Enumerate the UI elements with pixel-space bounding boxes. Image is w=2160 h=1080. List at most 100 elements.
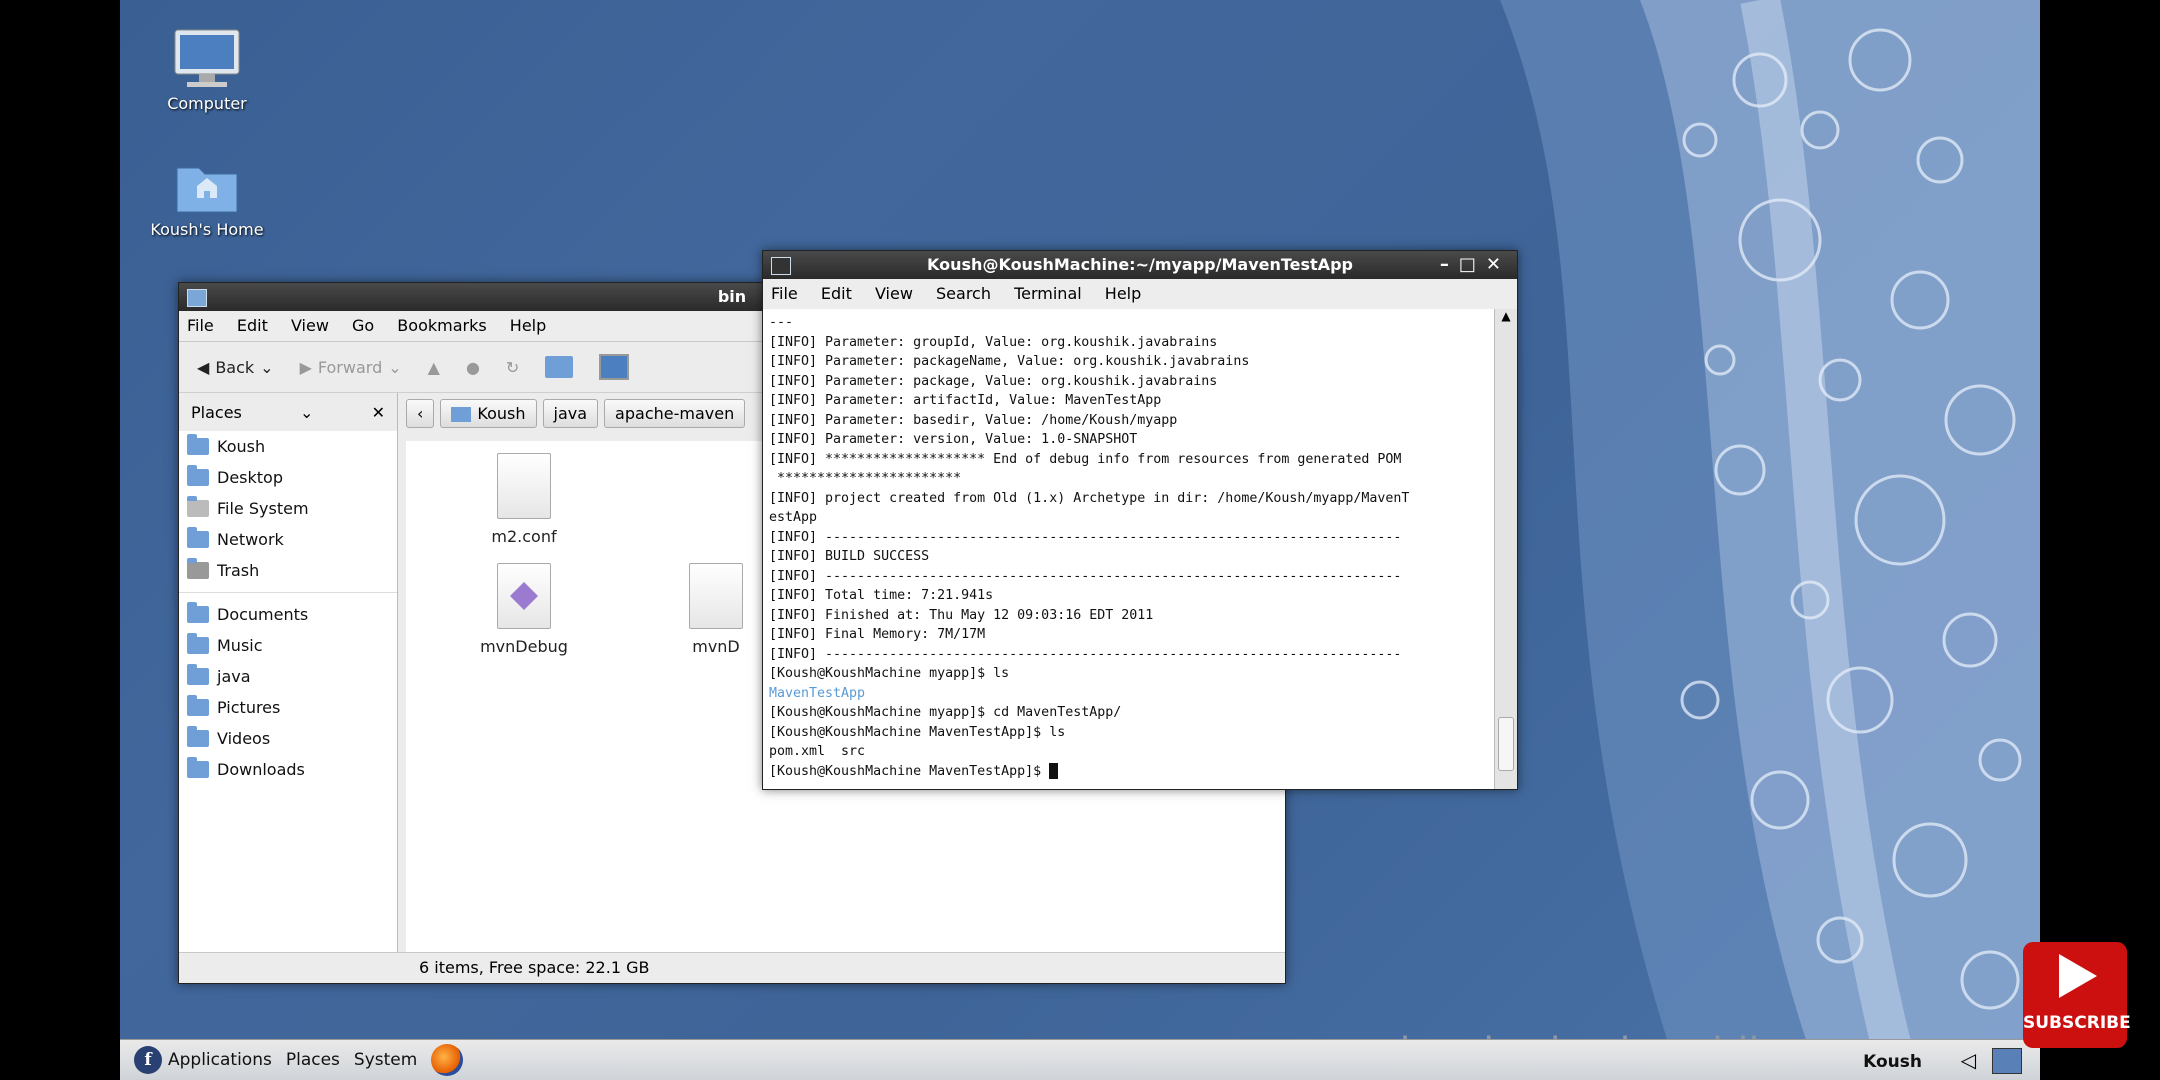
places-sidebar: Places ⌄ ✕ Koush Desktop File System Net… — [179, 393, 398, 953]
menu-edit[interactable]: Edit — [237, 316, 268, 335]
reload-button[interactable]: ↻ — [498, 354, 527, 381]
forward-label: Forward — [317, 357, 383, 377]
scroll-up-icon[interactable]: ▲ — [1495, 309, 1517, 323]
volume-icon[interactable]: ◁ — [1961, 1048, 1976, 1072]
computer-icon — [599, 354, 630, 380]
folder-icon — [187, 602, 209, 623]
menu-bookmarks[interactable]: Bookmarks — [397, 316, 486, 335]
network-status-icon[interactable] — [1992, 1048, 2022, 1074]
file-item-m2-conf[interactable]: m2.conf — [454, 453, 594, 546]
forward-button[interactable]: ▶ Forward ⌄ — [292, 354, 410, 381]
chevron-down-icon[interactable]: ⌄ — [388, 358, 401, 377]
menu-edit[interactable]: Edit — [821, 284, 852, 303]
menu-go[interactable]: Go — [352, 316, 374, 335]
file-item-mvndebug[interactable]: mvnDebug — [454, 563, 594, 656]
home-button[interactable] — [537, 352, 581, 382]
terminal-line: [INFO] BUILD SUCCESS — [769, 549, 930, 564]
chevron-down-icon[interactable]: ⌄ — [300, 403, 313, 422]
subscribe-button[interactable]: SUBSCRIBE — [2023, 942, 2131, 1048]
terminal-line: [INFO] Parameter: groupId, Value: org.ko… — [769, 334, 1218, 350]
terminal-line: [INFO] Parameter: version, Value: 1.0-SN… — [769, 432, 1138, 447]
places-label[interactable]: Places — [191, 403, 242, 422]
breadcrumb-label: Koush — [477, 403, 526, 423]
trash-icon — [187, 558, 209, 579]
minimize-icon[interactable]: – — [1440, 254, 1459, 275]
up-button[interactable]: ▲ — [420, 354, 448, 381]
drive-icon — [187, 496, 209, 517]
breadcrumb-koush[interactable]: Koush — [440, 398, 537, 428]
script-file-icon — [689, 563, 743, 629]
sidebar-item-pictures[interactable]: Pictures — [179, 692, 397, 723]
terminal-icon — [771, 257, 791, 275]
terminal-prompt-line: [Koush@KoushMachine MavenTestApp]$ — [769, 762, 1489, 782]
terminal-line: [INFO] Parameter: package, Value: org.ko… — [769, 373, 1218, 389]
fedora-logo-icon: f — [134, 1046, 162, 1074]
user-menu[interactable]: Koush — [1863, 1052, 1922, 1072]
window-titlebar[interactable]: Koush@KoushMachine:~/myapp/MavenTestApp … — [763, 251, 1517, 279]
menu-help[interactable]: Help — [510, 316, 546, 335]
sidebar-item-downloads[interactable]: Downloads — [179, 754, 397, 785]
menu-file[interactable]: File — [771, 284, 798, 303]
play-icon — [2059, 954, 2097, 998]
firefox-launcher[interactable] — [431, 1044, 464, 1076]
menu-terminal[interactable]: Terminal — [1014, 284, 1082, 303]
breadcrumb-apache-maven[interactable]: apache-maven — [604, 398, 746, 428]
folder-icon — [187, 726, 209, 747]
system-menu[interactable]: System — [354, 1050, 417, 1070]
divider — [179, 586, 397, 593]
menu-search[interactable]: Search — [936, 284, 991, 303]
sidebar-item-file-system[interactable]: File System — [179, 493, 397, 524]
terminal-window[interactable]: Koush@KoushMachine:~/myapp/MavenTestApp … — [762, 250, 1518, 790]
terminal-line: [INFO] ---------------------------------… — [769, 646, 1402, 662]
maximize-icon[interactable]: □ — [1459, 254, 1486, 275]
desktop: Computer Koush's Home bin File Edit View… — [120, 0, 2040, 1080]
home-folder-icon — [187, 434, 209, 455]
arrow-right-icon: ▶ — [299, 357, 312, 377]
folder-icon — [187, 695, 209, 716]
folder-icon — [187, 289, 207, 307]
breadcrumb-back-button[interactable]: ‹ — [406, 398, 435, 428]
menu-file[interactable]: File — [187, 316, 214, 335]
sidebar-item-desktop[interactable]: Desktop — [179, 462, 397, 493]
terminal-line: *********************** — [769, 471, 962, 486]
status-bar: 6 items, Free space: 22.1 GB — [179, 952, 1285, 983]
terminal-line: [INFO] Final Memory: 7M/17M — [769, 627, 986, 642]
sidebar-item-network[interactable]: Network — [179, 524, 397, 555]
desktop-icon-computer[interactable]: Computer — [132, 28, 282, 113]
text-file-icon — [497, 453, 551, 519]
window-title: bin — [717, 287, 747, 306]
back-button[interactable]: ◀ Back ⌄ — [189, 354, 282, 381]
menu-help[interactable]: Help — [1105, 284, 1141, 303]
scrollbar-thumb[interactable] — [1498, 717, 1514, 771]
sidebar-item-label: Videos — [217, 729, 271, 748]
scrollbar[interactable]: ▲ — [1494, 309, 1517, 789]
file-label: mvnDebug — [480, 637, 568, 656]
sidebar-item-documents[interactable]: Documents — [179, 599, 397, 630]
menu-view[interactable]: View — [875, 284, 913, 303]
applications-menu[interactable]: f Applications — [134, 1046, 272, 1074]
terminal-line-directory: MavenTestApp — [769, 685, 866, 701]
places-menu[interactable]: Places — [286, 1050, 340, 1070]
chevron-down-icon[interactable]: ⌄ — [260, 358, 273, 377]
breadcrumb-java[interactable]: java — [542, 398, 599, 428]
computer-button[interactable] — [591, 350, 637, 384]
terminal-output[interactable]: --- [INFO] Parameter: groupId, Value: org… — [763, 309, 1495, 789]
sidebar-item-music[interactable]: Music — [179, 630, 397, 661]
places-header: Places ⌄ ✕ — [179, 393, 397, 431]
stop-button[interactable]: ● — [458, 354, 488, 381]
close-icon[interactable]: ✕ — [1486, 254, 1511, 275]
sidebar-item-java[interactable]: java — [179, 661, 397, 692]
sidebar-item-videos[interactable]: Videos — [179, 723, 397, 754]
sidebar-item-koush[interactable]: Koush — [179, 431, 397, 462]
home-folder-icon — [451, 406, 472, 422]
window-controls: –□✕ — [1440, 251, 1511, 279]
file-label: m2.conf — [491, 527, 557, 546]
desktop-icon-home[interactable]: Koush's Home — [132, 158, 282, 239]
terminal-prompt: [Koush@KoushMachine MavenTestApp]$ — [769, 763, 1050, 779]
close-icon[interactable]: ✕ — [372, 403, 385, 422]
menu-view[interactable]: View — [291, 316, 329, 335]
taskbar-label: Applications — [168, 1050, 272, 1070]
home-folder-icon — [175, 158, 239, 214]
sidebar-item-trash[interactable]: Trash — [179, 555, 397, 586]
arrow-left-icon: ◀ — [197, 357, 210, 377]
